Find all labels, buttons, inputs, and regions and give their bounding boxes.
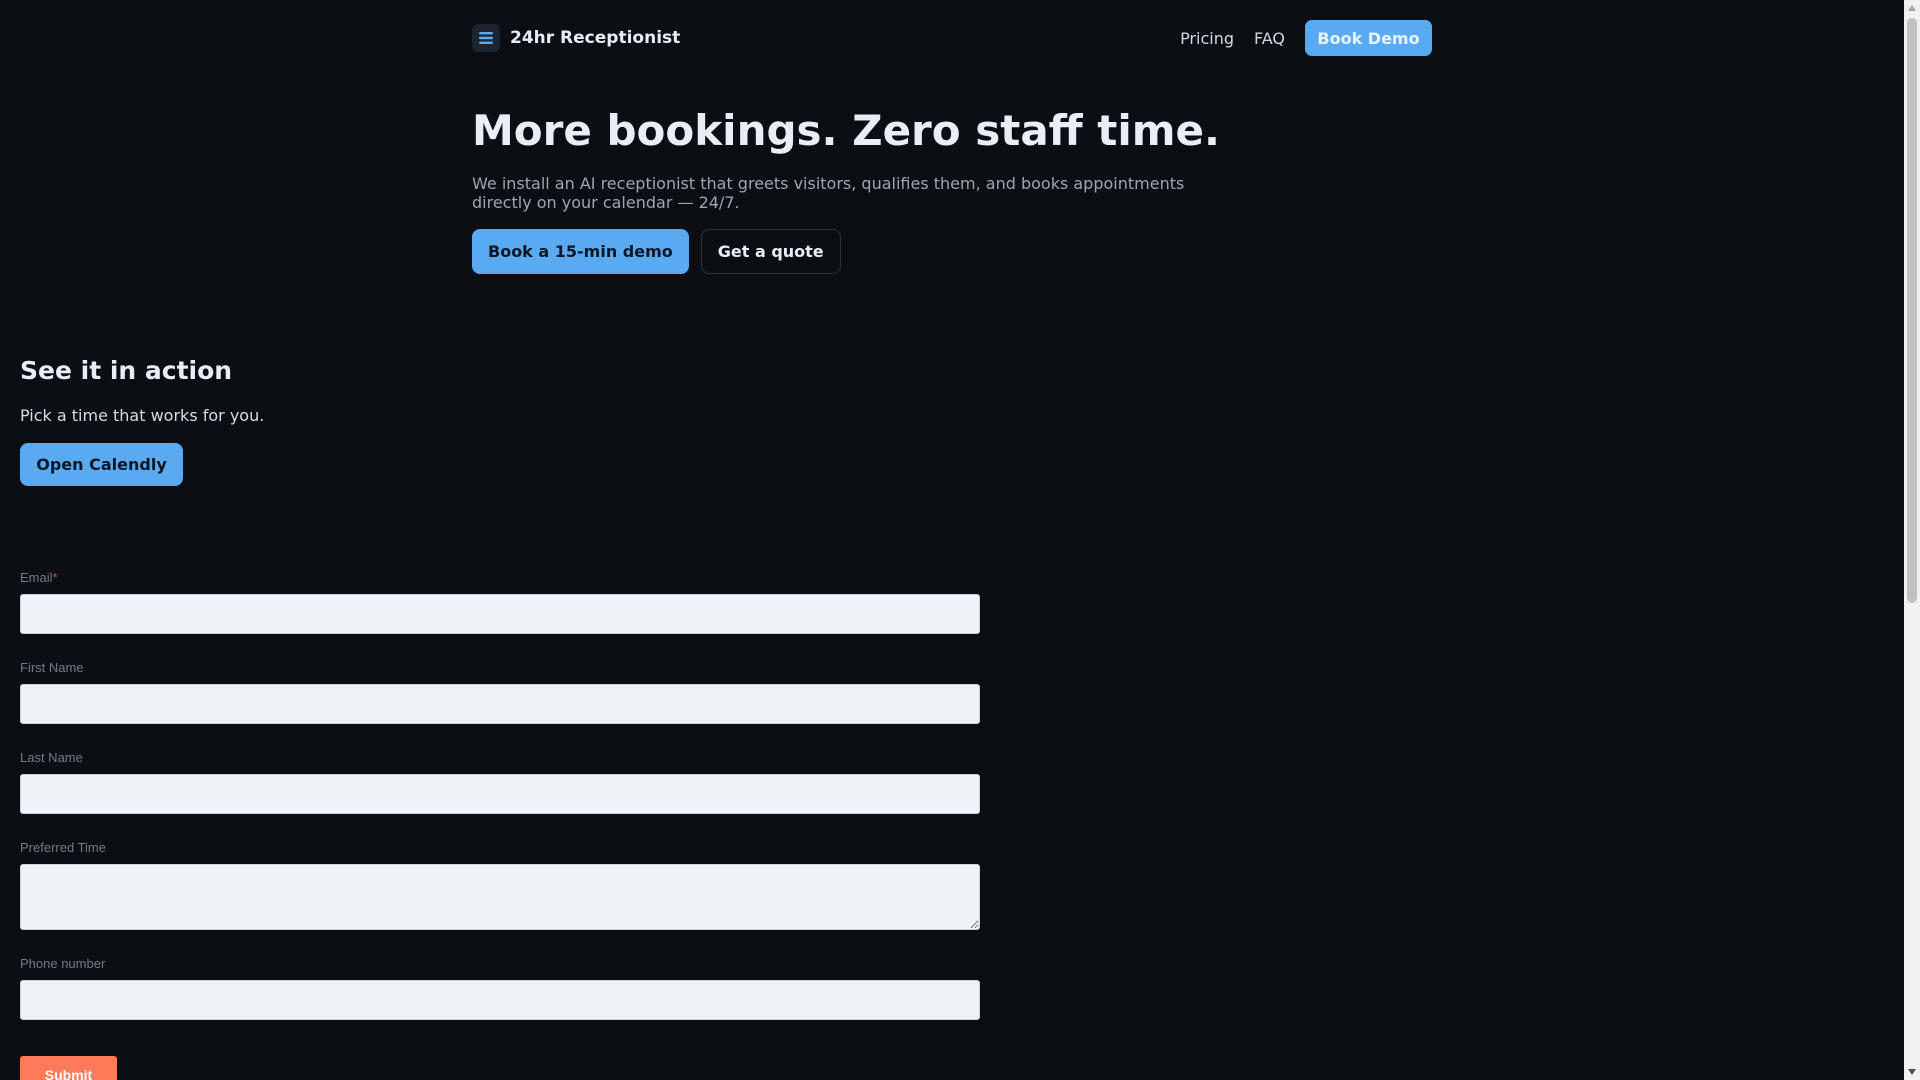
main-nav: Pricing FAQ Book Demo	[1180, 20, 1432, 56]
first-name-field[interactable]	[20, 684, 980, 724]
hero-title: More bookings. Zero staff time.	[472, 106, 1220, 155]
scroll-down-arrow-icon[interactable]	[1904, 1064, 1920, 1080]
vertical-scrollbar[interactable]	[1904, 0, 1920, 1080]
scrollbar-thumb[interactable]	[1907, 18, 1917, 603]
book-15-min-demo-button[interactable]: Book a 15-min demo	[472, 229, 689, 274]
hero-actions: Book a 15-min demo Get a quote	[472, 229, 841, 274]
last-name-label: Last Name	[20, 750, 83, 765]
lead-form: Email* First Name Last Name Preferred Ti…	[20, 570, 980, 1080]
menu-lines-icon	[472, 24, 500, 52]
email-field[interactable]	[20, 594, 980, 634]
submit-button[interactable]: Submit	[20, 1056, 117, 1080]
email-label-text: Email	[20, 570, 53, 585]
first-name-label: First Name	[20, 660, 84, 675]
email-label: Email*	[20, 570, 980, 586]
preferred-time-field[interactable]	[20, 864, 980, 930]
demo-section-subtitle: Pick a time that works for you.	[20, 406, 265, 425]
phone-number-field[interactable]	[20, 980, 980, 1020]
get-a-quote-button[interactable]: Get a quote	[700, 229, 841, 274]
nav-link-faq[interactable]: FAQ	[1254, 29, 1285, 48]
scroll-up-arrow-icon[interactable]	[1904, 0, 1920, 16]
last-name-field[interactable]	[20, 774, 980, 814]
book-demo-button[interactable]: Book Demo	[1305, 20, 1432, 56]
nav-link-pricing[interactable]: Pricing	[1180, 29, 1234, 48]
brand[interactable]: 24hr Receptionist	[472, 24, 680, 52]
phone-number-label: Phone number	[20, 956, 106, 971]
page: 24hr Receptionist Pricing FAQ Book Demo …	[0, 0, 1920, 1080]
site-header: 24hr Receptionist Pricing FAQ Book Demo	[472, 20, 1432, 56]
required-mark: *	[52, 570, 58, 585]
hero-subtitle: We install an AI receptionist that greet…	[472, 174, 1185, 212]
demo-section-title: See it in action	[20, 356, 233, 385]
brand-name: 24hr Receptionist	[510, 28, 681, 48]
open-calendly-button[interactable]: Open Calendly	[20, 443, 183, 486]
preferred-time-label: Preferred Time	[20, 840, 106, 855]
